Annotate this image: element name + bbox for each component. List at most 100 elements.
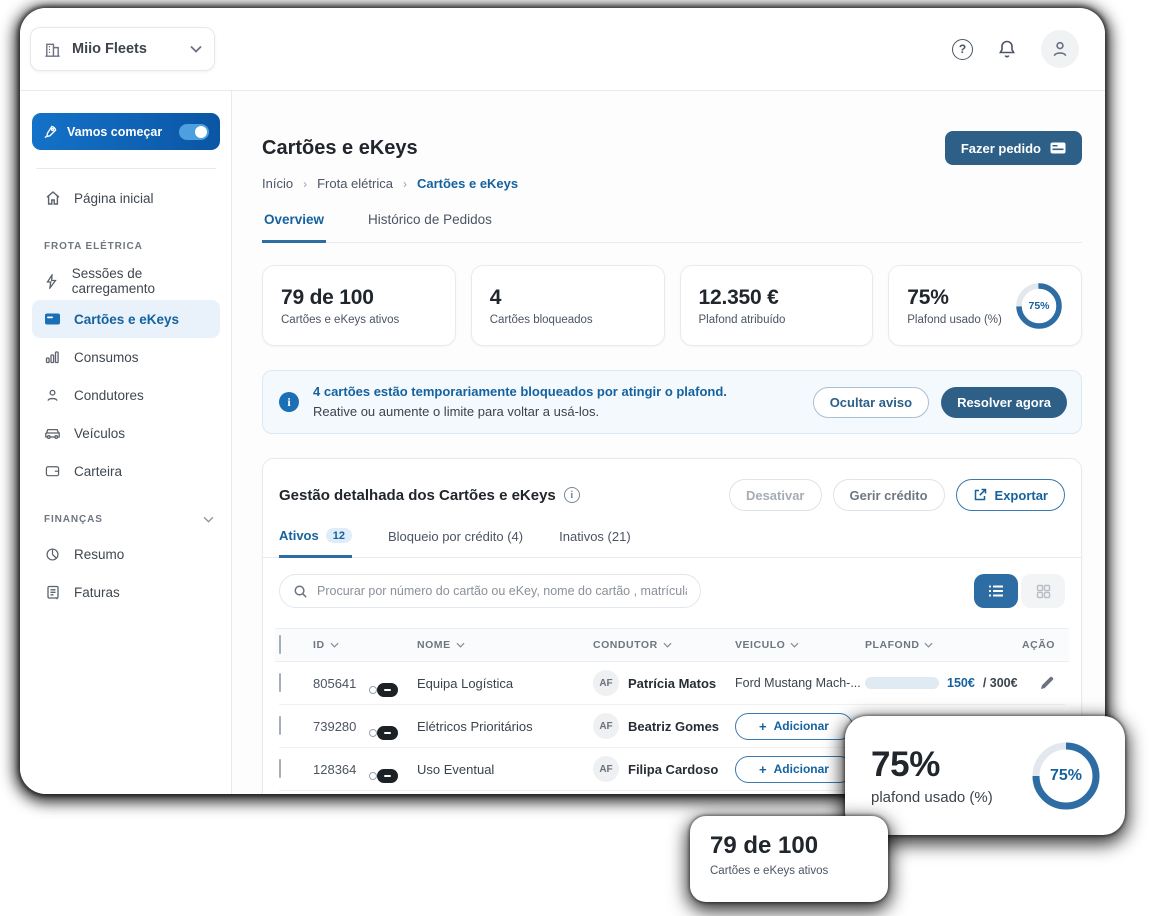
tab-ativos[interactable]: Ativos 12 [279, 528, 352, 558]
stat-label: Cartões bloqueados [490, 314, 646, 326]
row-checkbox[interactable] [279, 673, 281, 692]
sidebar-item-label: Sessões de carregamento [72, 266, 208, 296]
sidebar-item-label: Página inicial [74, 191, 154, 206]
info-icon[interactable]: i [564, 487, 580, 503]
search-input[interactable] [317, 584, 687, 598]
alert-text: Reative ou aumente o limite para voltar … [313, 402, 727, 422]
tab-overview[interactable]: Overview [262, 212, 326, 243]
tab-bloqueio-credito[interactable]: Bloqueio por crédito (4) [388, 528, 523, 557]
breadcrumb-current: Cartões e eKeys [417, 176, 518, 191]
plafond-donut-small: 75% [1015, 282, 1063, 330]
sidebar-item-cartoes[interactable]: Cartões e eKeys [32, 300, 220, 338]
col-id: ID [313, 639, 325, 651]
rocket-icon [43, 124, 58, 139]
sidebar-item-consumos[interactable]: Consumos [32, 338, 220, 376]
driver-avatar: AF [593, 713, 619, 739]
overlay-plafond-usado-card: 75% plafond usado (%) 75% [845, 716, 1125, 835]
sidebar-divider [36, 168, 216, 169]
stat-value: 79 de 100 [281, 286, 437, 310]
topbar: Miio Fleets ? [20, 8, 1105, 90]
col-acao: AÇÃO [1022, 639, 1055, 651]
pie-chart-icon [44, 547, 61, 562]
driver-name: Filipa Cardoso [628, 762, 718, 777]
sidebar-item-label: Carteira [74, 464, 122, 479]
tab-historico[interactable]: Histórico de Pedidos [366, 212, 494, 242]
vehicle-name: Ford Mustang Mach-... [735, 676, 865, 690]
exportar-button[interactable]: Exportar [956, 479, 1065, 511]
management-tabs: Ativos 12 Bloqueio por crédito (4) Inati… [263, 528, 1081, 558]
onboarding-cta-button[interactable]: Vamos começar [32, 113, 220, 150]
page-tabs: Overview Histórico de Pedidos [262, 212, 1082, 243]
table-row: 805641 Equipa Logística AF Patrícia Mato… [279, 662, 1065, 705]
stats-row: 79 de 100 Cartões e eKeys ativos 4 Cartõ… [262, 265, 1082, 346]
sidebar-item-home[interactable]: Página inicial [32, 179, 220, 217]
stat-value: 4 [490, 286, 646, 310]
driver-avatar: AF [593, 756, 619, 782]
sidebar-section-financas[interactable]: FINANÇAS [44, 514, 214, 525]
sort-icon[interactable] [330, 642, 339, 648]
gerir-credito-button[interactable]: Gerir crédito [833, 479, 945, 511]
onboarding-toggle[interactable] [179, 124, 209, 140]
driver-avatar: AF [593, 670, 619, 696]
plafond-progress-bar [865, 677, 939, 689]
stat-card-ativos: 79 de 100 Cartões e eKeys ativos [262, 265, 456, 346]
ocultar-aviso-button[interactable]: Ocultar aviso [813, 387, 929, 418]
card-icon [44, 312, 61, 326]
select-all-checkbox[interactable] [279, 635, 281, 654]
plafond-donut-large: 75% [1029, 739, 1103, 813]
sort-icon[interactable] [790, 642, 799, 648]
search-icon [293, 584, 308, 599]
row-checkbox[interactable] [279, 759, 281, 778]
stat-card-bloqueados: 4 Cartões bloqueados [471, 265, 665, 346]
sort-icon[interactable] [456, 642, 465, 648]
resolver-agora-button[interactable]: Resolver agora [941, 387, 1067, 418]
overlay-plafond-value: 75% [871, 745, 993, 785]
card-id: 739280 [313, 719, 377, 734]
sidebar-item-label: Cartões e eKeys [74, 312, 179, 327]
section-financas-label: FINANÇAS [44, 514, 103, 525]
export-label: Exportar [995, 488, 1048, 503]
sidebar-item-veiculos[interactable]: Veículos [32, 414, 220, 452]
card-name: Uso Eventual [417, 762, 593, 777]
edit-pencil-icon[interactable] [1017, 675, 1065, 691]
sidebar-item-label: Resumo [74, 547, 124, 562]
adicionar-veiculo-button[interactable]: + Adicionar [735, 756, 853, 783]
driver-name: Beatriz Gomes [628, 719, 719, 734]
chevron-down-icon [190, 45, 202, 53]
sidebar-item-resumo[interactable]: Resumo [32, 535, 220, 573]
overlay-plafond-label: plafond usado (%) [871, 789, 993, 806]
sort-icon[interactable] [663, 642, 672, 648]
sidebar-item-faturas[interactable]: Faturas [32, 573, 220, 611]
search-box [279, 574, 701, 608]
sidebar-item-label: Faturas [74, 585, 120, 600]
row-checkbox[interactable] [279, 716, 281, 735]
breadcrumb-inicio[interactable]: Início [262, 176, 293, 191]
card-id: 128364 [313, 762, 377, 777]
desativar-button[interactable]: Desativar [729, 479, 822, 511]
sort-icon[interactable] [924, 642, 933, 648]
sidebar-item-carteira[interactable]: Carteira [32, 452, 220, 490]
card-name: Equipa Logística [417, 676, 593, 691]
col-nome: NOME [417, 639, 451, 651]
page-title: Cartões e eKeys [262, 137, 418, 160]
help-icon[interactable]: ? [952, 39, 973, 60]
sidebar-item-condutores[interactable]: Condutores [32, 376, 220, 414]
adicionar-veiculo-button[interactable]: + Adicionar [735, 713, 853, 740]
grid-view-button[interactable] [1021, 574, 1065, 608]
org-switcher[interactable]: Miio Fleets [30, 27, 215, 71]
stat-label: Plafond usado (%) [907, 314, 1015, 326]
stat-label: Cartões e eKeys ativos [281, 314, 437, 326]
donut-value-label: 75% [1029, 739, 1103, 813]
fazer-pedido-button[interactable]: Fazer pedido [945, 131, 1082, 165]
tab-inativos[interactable]: Inativos (21) [559, 528, 631, 557]
adicionar-label: Adicionar [774, 719, 829, 733]
plafond-total: / 300€ [983, 676, 1018, 690]
invoice-icon [44, 585, 61, 600]
person-icon [44, 388, 61, 403]
blocked-cards-alert: i 4 cartões estão temporariamente bloque… [262, 370, 1082, 434]
breadcrumb-frota[interactable]: Frota elétrica [317, 176, 393, 191]
user-avatar[interactable] [1041, 30, 1079, 68]
notifications-icon[interactable] [997, 39, 1017, 60]
sidebar-item-sessoes[interactable]: Sessões de carregamento [32, 262, 220, 300]
list-view-button[interactable] [974, 574, 1018, 608]
